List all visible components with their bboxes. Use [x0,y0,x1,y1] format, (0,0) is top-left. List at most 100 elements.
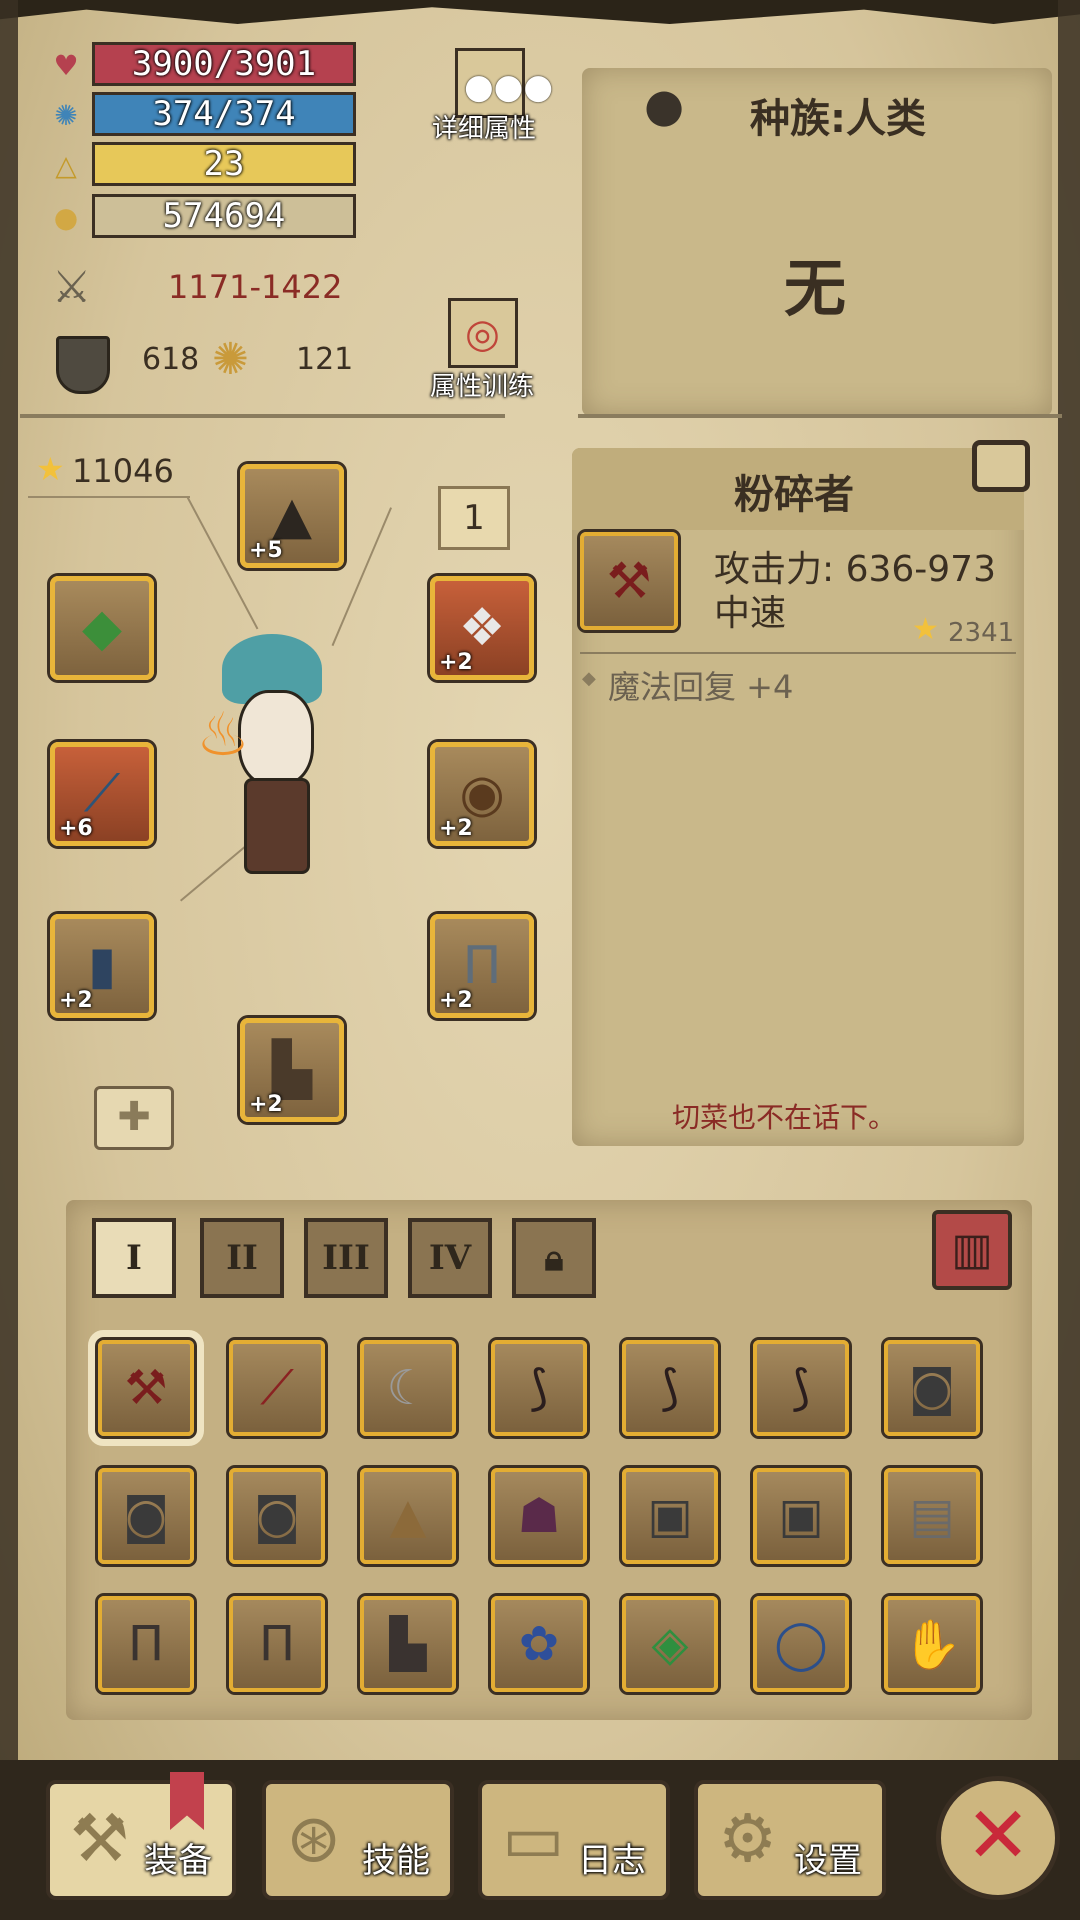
defense-value: 618 [142,342,200,377]
inventory-slot[interactable]: ⟋ [229,1340,325,1436]
trash-button[interactable]: ▥ [932,1210,1012,1290]
inventory-slot[interactable]: ⚒ [98,1340,194,1436]
trash-icon: ▥ [951,1224,993,1275]
mana-icon: ✺ [54,99,78,132]
divider [580,652,1016,654]
slot-bracelet[interactable]: ◆ [50,576,154,680]
axe-icon: ⚒ [70,1800,130,1877]
inventory-slot[interactable]: ▤ [884,1468,980,1564]
curved-blade-icon: ☾ [386,1360,430,1416]
slot-pants[interactable]: Π +2 [430,914,534,1018]
iron-greaves-icon: Π [127,1616,165,1672]
iron-greaves-icon: Π [258,1616,296,1672]
tab-1[interactable]: I [92,1218,176,1298]
race-panel: ● 种族:人类 无 [582,68,1052,416]
crusher-axe-icon: ⚒ [606,552,652,610]
training-button[interactable]: ◎ [448,298,518,368]
item-preview-slot: ⚒ [580,532,678,630]
inventory-slot[interactable]: ☾ [360,1340,456,1436]
equip-count-badge: 1 [438,486,510,550]
nav-settings[interactable]: ⚙ 设置 [694,1780,886,1900]
skills-icon: ⊛ [286,1800,342,1877]
inventory-slot[interactable]: ▣ [622,1468,718,1564]
inventory-slot[interactable]: ◙ [884,1340,980,1436]
slot-helmet[interactable]: ▲ +5 [240,464,344,568]
gold-icon: ● [53,201,79,234]
inventory-slot[interactable]: Π [98,1596,194,1692]
thorn-scythe-icon: ⟆ [660,1360,680,1416]
left-frame [0,0,18,1800]
inventory-slot[interactable]: ☗ [491,1468,587,1564]
inventory-slot[interactable]: ⟆ [491,1340,587,1436]
unlock-icon[interactable] [972,440,1030,492]
straw-hat-icon: ▲ [389,1488,427,1544]
inventory-slot[interactable]: Π [229,1596,325,1692]
torch-icon: ✺ [212,334,249,385]
slot-plus: +5 [249,538,283,563]
inventory-slot[interactable]: ▙ [360,1596,456,1692]
nav-equipment[interactable]: ⚒ 装备 [46,1780,236,1900]
divider [20,414,505,418]
slot-plus: +2 [249,1092,283,1117]
plated-armor-icon: ▤ [909,1488,955,1544]
race-value: 无 [784,252,847,325]
thorn-scythe-icon: ⟆ [529,1360,549,1416]
close-icon: ✕ [965,1791,1031,1881]
add-slot-button[interactable]: ✚ [94,1086,174,1150]
item-detail-panel: 粉碎者 ⚒ 攻击力: 636-973 中速 ★ 2341 ◆ 魔法回复 +4 切… [572,448,1024,1146]
inventory-slot[interactable]: ▲ [360,1468,456,1564]
slot-gloves[interactable]: ▮ +2 [50,914,154,1018]
iron-chestplate-icon: ▣ [647,1488,693,1544]
item-flavor-text: 切菜也不在话下。 [672,1101,897,1134]
thorn-scythe-icon: ⟆ [791,1360,811,1416]
journal-icon: ▭ [502,1800,565,1877]
slot-plus: +2 [439,988,473,1013]
fire-torch-icon: ♨ [196,700,250,770]
shield-icon [56,336,110,394]
level-icon: △ [55,149,77,182]
tab-locked[interactable]: 🔒︎ [512,1218,596,1298]
crossed-swords-icon: ⚔ [52,262,92,313]
tab-4[interactable]: IV [408,1218,492,1298]
inventory-slot[interactable]: ▣ [753,1468,849,1564]
nav-log[interactable]: ▭ 日志 [478,1780,670,1900]
slot-armor[interactable]: ◉ +2 [430,742,534,846]
dots-icon: ●●● [464,67,554,107]
tab-3[interactable]: III [304,1218,388,1298]
gold-bar: 574694 [92,194,356,238]
iron-chestplate-icon: ▣ [778,1488,824,1544]
power-score: 11046 [72,452,174,490]
inventory-slot[interactable]: ◯ [753,1596,849,1692]
inventory-slot[interactable]: ✿ [491,1596,587,1692]
nav-skills[interactable]: ⊛ 技能 [262,1780,454,1900]
level-value: 23 [203,144,245,184]
plus-icon: ✚ [117,1094,151,1140]
heart-icon: ♥ [53,49,79,82]
gold-ring-icon: ◯ [774,1616,828,1672]
tab-2[interactable]: II [200,1218,284,1298]
slot-amulet[interactable]: ❖ +2 [430,576,534,680]
magic-value: 121 [296,342,354,377]
item-speed: 中速 [714,593,787,634]
hp-value: 3900/3901 [131,44,317,84]
close-button[interactable]: ✕ [936,1776,1060,1900]
lock-icon: 🔒︎ [544,1237,564,1279]
user-icon: ● [644,78,685,132]
inventory-slot[interactable]: ⟆ [753,1340,849,1436]
mp-value: 374/374 [152,94,296,134]
slot-weapon[interactable]: ⟋ +6 [50,742,154,846]
gear-icon: ⚙ [718,1800,778,1877]
peacock-bracelet-icon: ✿ [518,1616,560,1672]
inventory-slot[interactable]: ◙ [98,1468,194,1564]
inventory-slot[interactable]: ◙ [229,1468,325,1564]
inventory-slot[interactable]: ✋ [884,1596,980,1692]
inventory-slot[interactable]: ◈ [622,1596,718,1692]
jade-amulet-icon: ◈ [651,1616,689,1672]
slot-boots[interactable]: ▙ +2 [240,1018,344,1122]
inventory-slot[interactable]: ⟆ [622,1340,718,1436]
item-bonus: 魔法回复 +4 [608,668,794,706]
iron-boots-icon: ▙ [389,1616,427,1672]
item-score: 2341 [948,618,1015,648]
mp-bar: 374/374 [92,92,356,136]
red-scimitar-icon: ⟋ [260,1359,294,1416]
